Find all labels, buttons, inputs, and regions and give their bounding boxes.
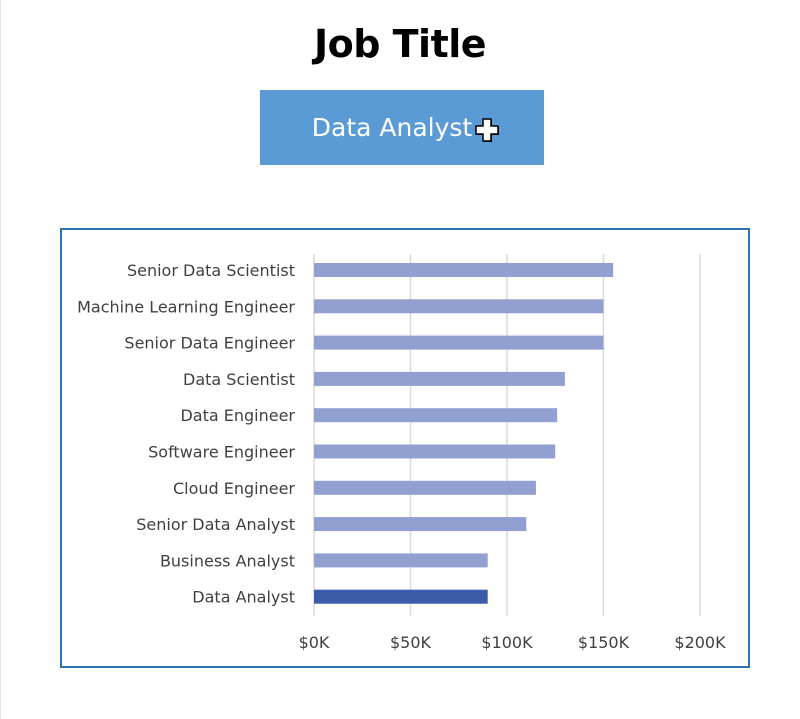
bar[interactable] xyxy=(314,480,536,495)
bar[interactable] xyxy=(314,517,527,532)
x-tick-label: $0K xyxy=(299,633,330,652)
category-label: Cloud Engineer xyxy=(173,479,295,498)
bar[interactable] xyxy=(314,299,604,314)
category-label: Senior Data Analyst xyxy=(136,515,295,534)
bar[interactable] xyxy=(314,553,488,568)
category-label: Data Engineer xyxy=(180,406,295,425)
bar[interactable] xyxy=(314,371,565,386)
move-cursor-icon xyxy=(475,117,500,142)
bar[interactable] xyxy=(314,589,488,604)
slicer-title: Job Title xyxy=(313,22,487,66)
bar[interactable] xyxy=(314,263,614,277)
slicer-selected-label: Data Analyst xyxy=(311,113,473,142)
x-tick-label: $50K xyxy=(390,633,432,652)
bar[interactable] xyxy=(314,335,604,350)
category-label: Data Scientist xyxy=(183,370,295,389)
bar[interactable] xyxy=(314,408,558,423)
salary-bar-chart: $0K $50K $100K $150K $200K Senior Data Scient… xyxy=(77,254,726,652)
x-tick-label: $100K xyxy=(481,633,533,652)
category-label: Machine Learning Engineer xyxy=(77,297,295,316)
category-label: Business Analyst xyxy=(160,551,295,570)
chart-frame: $0K $50K $100K $150K $200K Senior Data Scient… xyxy=(60,228,750,668)
category-label: Senior Data Engineer xyxy=(124,334,295,353)
x-tick-label: $200K xyxy=(674,633,726,652)
category-label: Senior Data Scientist xyxy=(127,261,295,280)
slicer-selected-button[interactable]: Data Analyst xyxy=(260,90,544,165)
page-edge xyxy=(0,0,1,719)
category-label: Software Engineer xyxy=(148,443,295,462)
bar[interactable] xyxy=(314,444,556,459)
category-label: Data Analyst xyxy=(192,588,295,607)
x-tick-label: $150K xyxy=(578,633,630,652)
